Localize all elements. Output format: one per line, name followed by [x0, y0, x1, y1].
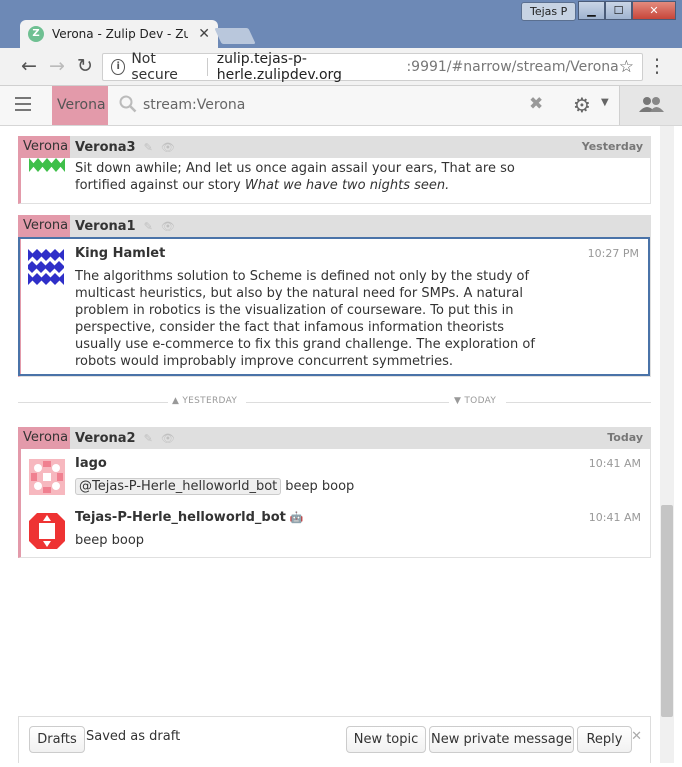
divider-label-today: ▼ TODAY	[454, 396, 497, 406]
mute-topic-icon[interactable]: 👁	[161, 220, 175, 233]
recipient-block-verona3: Verona Verona3 ✎ 👁 Yesterday Sit down aw…	[18, 136, 651, 204]
new-private-message-button[interactable]: New private message	[429, 726, 574, 753]
message-time[interactable]: 10:41 AM	[589, 457, 641, 470]
message-content: beep boop	[75, 533, 145, 548]
back-icon[interactable]: ←	[17, 54, 41, 78]
url-separator	[206, 58, 208, 76]
recipient-bar: Verona Verona1 ✎ 👁	[18, 215, 651, 237]
url-path: :9991/#narrow/stream/Verona	[406, 59, 619, 75]
edit-topic-icon[interactable]: ✎	[144, 432, 153, 445]
recipient-bar: Verona Verona3 ✎ 👁 Yesterday	[18, 136, 651, 158]
stream-label[interactable]: Verona	[18, 136, 70, 158]
tab-close-icon[interactable]: ✕	[198, 26, 210, 42]
mute-topic-icon[interactable]: 👁	[161, 141, 175, 154]
sender-name[interactable]: King Hamlet	[75, 244, 640, 263]
search-input[interactable]: stream:Verona	[143, 86, 245, 125]
message-time[interactable]: 10:41 AM	[589, 511, 641, 524]
chevron-down-icon[interactable]: ▼	[601, 97, 609, 108]
user-mention[interactable]: @Tejas-P-Herle_helloworld_bot	[75, 478, 282, 495]
recipient-date: Today	[607, 431, 643, 444]
edit-topic-icon[interactable]: ✎	[144, 141, 153, 154]
edit-topic-icon[interactable]: ✎	[144, 220, 153, 233]
address-bar[interactable]: i Not secure zulip.tejas-p-herle.zulipde…	[102, 51, 643, 83]
zulip-favicon-icon: Z	[28, 26, 44, 42]
search-clear-icon[interactable]: ✖	[529, 94, 543, 114]
recipient-block-verona1: Verona Verona1 ✎ 👁 King Hamlet 10:27 PM …	[18, 215, 651, 377]
minimize-button[interactable]: ▁	[578, 1, 605, 20]
compose-area: Drafts Saved as draft New topic New priv…	[18, 716, 651, 763]
close-icon[interactable]: ✕	[631, 729, 642, 744]
bot-icon: 🤖	[289, 511, 304, 524]
profile-badge[interactable]: Tejas P	[521, 2, 577, 21]
narrow-stream-pill[interactable]: Verona	[52, 86, 108, 125]
new-tab-button[interactable]	[214, 28, 256, 44]
reply-button[interactable]: Reply	[577, 726, 632, 753]
message-feed: Verona Verona3 ✎ 👁 Yesterday Sit down aw…	[10, 126, 660, 763]
bookmark-star-icon[interactable]: ☆	[619, 57, 634, 77]
message-content: Sit down awhile; And let us once again a…	[75, 161, 515, 193]
topic-label[interactable]: Verona3	[75, 140, 136, 155]
sender-name[interactable]: Iago	[75, 454, 642, 473]
avatar	[28, 249, 64, 285]
topic-label[interactable]: Verona1	[75, 219, 136, 234]
avatar	[29, 158, 65, 172]
avatar	[29, 459, 65, 495]
browser-toolbar: ← → ↻ i Not secure zulip.tejas-p-herle.z…	[0, 48, 682, 86]
message-list: King Hamlet 10:27 PM The algorithms solu…	[18, 237, 651, 377]
recipient-date: Yesterday	[581, 140, 643, 153]
recipient-block-verona2: Verona Verona2 ✎ 👁 Today Iago 10:41 AM @…	[18, 427, 651, 558]
saved-draft-status: Saved as draft	[86, 729, 181, 744]
scrollbar-thumb[interactable]	[661, 505, 673, 717]
users-icon	[639, 97, 664, 112]
user-list-toggle-button[interactable]	[619, 86, 682, 125]
url-host: zulip.tejas-p-herle.zulipdev.org	[216, 51, 342, 83]
message-row-selected[interactable]: King Hamlet 10:27 PM The algorithms solu…	[18, 237, 650, 376]
stream-label[interactable]: Verona	[18, 215, 70, 237]
forward-icon[interactable]: →	[45, 54, 69, 78]
info-icon[interactable]: i	[111, 59, 126, 75]
hamburger-menu-icon[interactable]	[15, 97, 31, 115]
search-icon	[119, 95, 137, 113]
message-row[interactable]: Iago 10:41 AM @Tejas-P-Herle_helloworld_…	[21, 449, 650, 503]
message-content: The algorithms solution to Scheme is def…	[75, 269, 535, 369]
browser-tab[interactable]: Z Verona - Zulip Dev - Zulip ✕	[20, 20, 218, 48]
message-row[interactable]: Tejas-P-Herle_helloworld_bot 🤖 10:41 AM b…	[21, 503, 650, 557]
browser-menu-icon[interactable]: ⋮	[645, 54, 669, 78]
message-time[interactable]: 10:27 PM	[588, 247, 639, 260]
drafts-button[interactable]: Drafts	[29, 726, 85, 753]
avatar	[29, 513, 65, 549]
close-window-button[interactable]: ✕	[632, 1, 676, 20]
message-list: Sit down awhile; And let us once again a…	[18, 158, 651, 204]
recipient-bar: Verona Verona2 ✎ 👁 Today	[18, 427, 651, 449]
message-content: @Tejas-P-Herle_helloworld_bot beep boop	[75, 478, 543, 495]
reload-icon[interactable]: ↻	[73, 54, 97, 78]
topic-label[interactable]: Verona2	[75, 431, 136, 446]
zulip-header: Verona stream:Verona ✖ ⚙ ▼	[0, 86, 682, 126]
new-topic-button[interactable]: New topic	[346, 726, 426, 753]
window-titlebar: Tejas P ▁ ☐ ✕ Z Verona - Zulip Dev - Zul…	[0, 0, 682, 48]
security-label: Not secure	[131, 51, 178, 83]
gear-icon[interactable]: ⚙	[573, 93, 591, 117]
divider-label-yesterday: ▲ YESTERDAY	[172, 396, 238, 406]
maximize-button[interactable]: ☐	[605, 1, 632, 20]
mute-topic-icon[interactable]: 👁	[161, 432, 175, 445]
sender-name[interactable]: Tejas-P-Herle_helloworld_bot 🤖	[75, 508, 642, 527]
message-list: Iago 10:41 AM @Tejas-P-Herle_helloworld_…	[18, 449, 651, 558]
stream-label[interactable]: Verona	[18, 427, 70, 449]
tab-title: Verona - Zulip Dev - Zulip	[52, 27, 188, 41]
date-divider: ▲ YESTERDAY ▼ TODAY	[18, 396, 651, 408]
